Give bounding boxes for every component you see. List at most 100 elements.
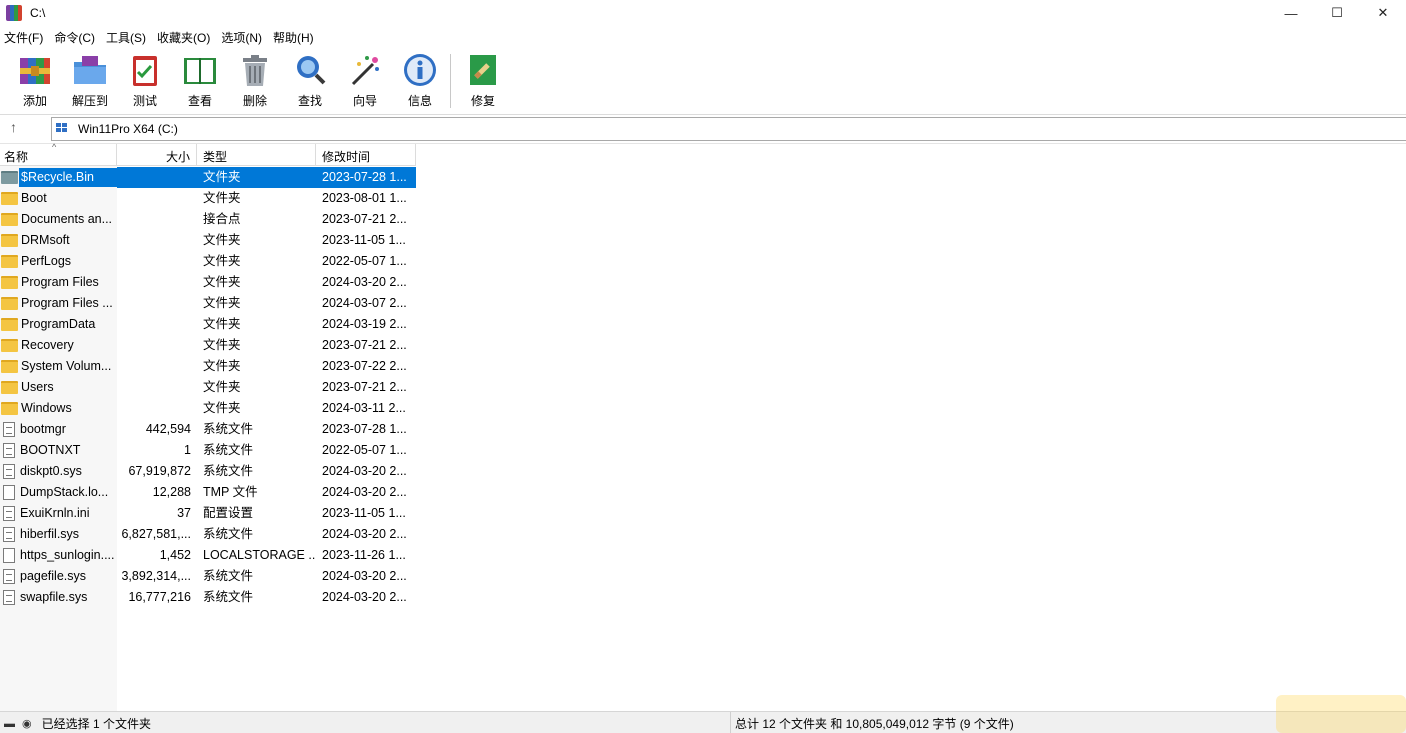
folder-icon bbox=[1, 339, 18, 352]
file-name: DRMsoft bbox=[21, 233, 70, 247]
menu-options[interactable]: 选项(N) bbox=[217, 29, 269, 46]
menu-tools[interactable]: 工具(S) bbox=[102, 29, 153, 46]
find-icon bbox=[292, 52, 328, 88]
file-row[interactable]: Program Files 文件夹 2024-03-20 2... bbox=[0, 272, 416, 293]
file-size bbox=[117, 230, 197, 251]
file-modified: 2023-08-01 1... bbox=[322, 191, 407, 205]
find-label: 查找 bbox=[297, 94, 322, 108]
file-type: TMP 文件 bbox=[203, 485, 258, 499]
file-name-cell: Recovery bbox=[0, 335, 117, 356]
file-row[interactable]: Windows 文件夹 2024-03-11 2... bbox=[0, 398, 416, 419]
file-row[interactable]: hiberfil.sys 6,827,581,... 系统文件 2024-03-20 … bbox=[0, 524, 416, 545]
path-text: Win11Pro X64 (C:) bbox=[78, 122, 178, 136]
add-archive-icon bbox=[17, 52, 53, 88]
extract-to-button[interactable]: 解压到 bbox=[63, 52, 117, 110]
file-name-cell: Users bbox=[0, 377, 117, 398]
wizard-button[interactable]: 向导 bbox=[338, 52, 392, 110]
file-size bbox=[117, 251, 197, 272]
menu-favorites[interactable]: 收藏夹(O) bbox=[153, 29, 217, 46]
column-name[interactable]: 名称 ^ bbox=[0, 142, 117, 166]
file-name: BOOTNXT bbox=[20, 443, 81, 457]
file-row[interactable]: ProgramData 文件夹 2024-03-19 2... bbox=[0, 314, 416, 335]
address-bar: ↑ Win11Pro X64 (C:) bbox=[0, 114, 1406, 142]
up-folder-button[interactable]: ↑ bbox=[10, 119, 17, 135]
file-type: 文件夹 bbox=[203, 233, 241, 247]
file-name: hiberfil.sys bbox=[20, 527, 80, 541]
folder-icon bbox=[1, 318, 18, 331]
menu-help[interactable]: 帮助(H) bbox=[269, 29, 321, 46]
file-row[interactable]: DumpStack.lo... 12,288 TMP 文件 2024-03-20 2.… bbox=[0, 482, 416, 503]
file-name-cell: hiberfil.sys bbox=[0, 524, 117, 545]
file-size: 12,288 bbox=[152, 485, 191, 499]
view-button[interactable]: 查看 bbox=[173, 52, 227, 110]
file-row[interactable]: bootmgr 442,594 系统文件 2023-07-28 1... bbox=[0, 419, 416, 440]
file-row[interactable]: Program Files ... 文件夹 2024-03-07 2... bbox=[0, 293, 416, 314]
menu-file[interactable]: 文件(F) bbox=[0, 29, 50, 46]
folder-icon bbox=[1, 213, 18, 226]
title-bar: C:\ — ☐ ✕ bbox=[0, 0, 1406, 26]
file-icon bbox=[3, 527, 15, 542]
file-row[interactable]: DRMsoft 文件夹 2023-11-05 1... bbox=[0, 230, 416, 251]
file-row[interactable]: Recovery 文件夹 2023-07-21 2... bbox=[0, 335, 416, 356]
file-type: 文件夹 bbox=[203, 317, 241, 331]
repair-button[interactable]: 修复 bbox=[456, 52, 510, 110]
column-type[interactable]: 类型 bbox=[197, 144, 316, 166]
delete-button[interactable]: 删除 bbox=[228, 52, 282, 110]
file-row[interactable]: https_sunlogin.... 1,452 LOCALSTORAGE ... 2… bbox=[0, 545, 416, 566]
file-type: 系统文件 bbox=[203, 569, 254, 583]
wizard-icon bbox=[347, 52, 383, 88]
file-modified: 2023-11-05 1... bbox=[322, 233, 406, 247]
file-size: 16,777,216 bbox=[128, 590, 191, 604]
file-icon bbox=[3, 506, 15, 521]
info-label: 信息 bbox=[407, 94, 432, 108]
file-size: 1,452 bbox=[159, 548, 191, 562]
file-name: bootmgr bbox=[20, 422, 66, 436]
info-button[interactable]: 信息 bbox=[393, 52, 447, 110]
file-name-cell: BOOTNXT bbox=[0, 440, 117, 461]
file-row[interactable]: pagefile.sys 3,892,314,... 系统文件 2024-03-20 … bbox=[0, 566, 416, 587]
file-name: $Recycle.Bin bbox=[19, 168, 117, 187]
column-modified[interactable]: 修改时间 bbox=[316, 144, 416, 166]
status-drive-icon[interactable]: ▬ ◉ bbox=[4, 717, 34, 730]
file-row[interactable]: $Recycle.Bin 文件夹 2023-07-28 1... bbox=[0, 167, 416, 188]
file-row[interactable]: Users 文件夹 2023-07-21 2... bbox=[0, 377, 416, 398]
file-row[interactable]: ExuiKrnln.ini 37 配置设置 2023-11-05 1... bbox=[0, 503, 416, 524]
column-name-label: 名称 bbox=[4, 150, 29, 164]
menu-bar: 文件(F) 命令(C) 工具(S) 收藏夹(O) 选项(N) 帮助(H) bbox=[0, 27, 1406, 47]
info-icon bbox=[402, 52, 438, 88]
file-modified: 2023-11-05 1... bbox=[322, 506, 406, 520]
file-size bbox=[117, 398, 197, 419]
find-button[interactable]: 查找 bbox=[283, 52, 337, 110]
menu-commands[interactable]: 命令(C) bbox=[50, 29, 102, 46]
file-row[interactable]: diskpt0.sys 67,919,872 系统文件 2024-03-20 2... bbox=[0, 461, 416, 482]
file-row[interactable]: PerfLogs 文件夹 2022-05-07 1... bbox=[0, 251, 416, 272]
file-row[interactable]: swapfile.sys 16,777,216 系统文件 2024-03-20 2..… bbox=[0, 587, 416, 608]
test-button[interactable]: 测试 bbox=[118, 52, 172, 110]
file-name-cell: System Volum... bbox=[0, 356, 117, 377]
file-name-cell: $Recycle.Bin bbox=[0, 167, 117, 188]
file-modified: 2022-05-07 1... bbox=[322, 443, 407, 457]
maximize-button[interactable]: ☐ bbox=[1314, 0, 1360, 26]
file-row[interactable]: Documents an... 接合点 2023-07-21 2... bbox=[0, 209, 416, 230]
folder-icon bbox=[1, 297, 18, 310]
test-icon bbox=[127, 52, 163, 88]
file-name: Documents an... bbox=[21, 212, 113, 226]
path-field[interactable]: Win11Pro X64 (C:) bbox=[51, 117, 1406, 141]
close-button[interactable]: ✕ bbox=[1360, 0, 1406, 26]
file-name-cell: Program Files bbox=[0, 272, 117, 293]
file-name: Program Files bbox=[21, 275, 99, 289]
file-row[interactable]: Boot 文件夹 2023-08-01 1... bbox=[0, 188, 416, 209]
file-name: https_sunlogin.... bbox=[20, 548, 115, 562]
file-type: 文件夹 bbox=[203, 275, 241, 289]
file-row[interactable]: System Volum... 文件夹 2023-07-22 2... bbox=[0, 356, 416, 377]
sort-ascending-icon: ^ bbox=[52, 142, 57, 152]
add-button[interactable]: 添加 bbox=[8, 52, 62, 110]
file-size: 6,827,581,... bbox=[121, 527, 191, 541]
folder-icon bbox=[1, 234, 18, 247]
file-name-cell: Boot bbox=[0, 188, 117, 209]
file-type: 系统文件 bbox=[203, 527, 254, 541]
file-row[interactable]: BOOTNXT 1 系统文件 2022-05-07 1... bbox=[0, 440, 416, 461]
minimize-button[interactable]: — bbox=[1268, 0, 1314, 26]
extract-to-icon bbox=[72, 52, 108, 88]
column-size[interactable]: 大小 bbox=[117, 144, 197, 166]
